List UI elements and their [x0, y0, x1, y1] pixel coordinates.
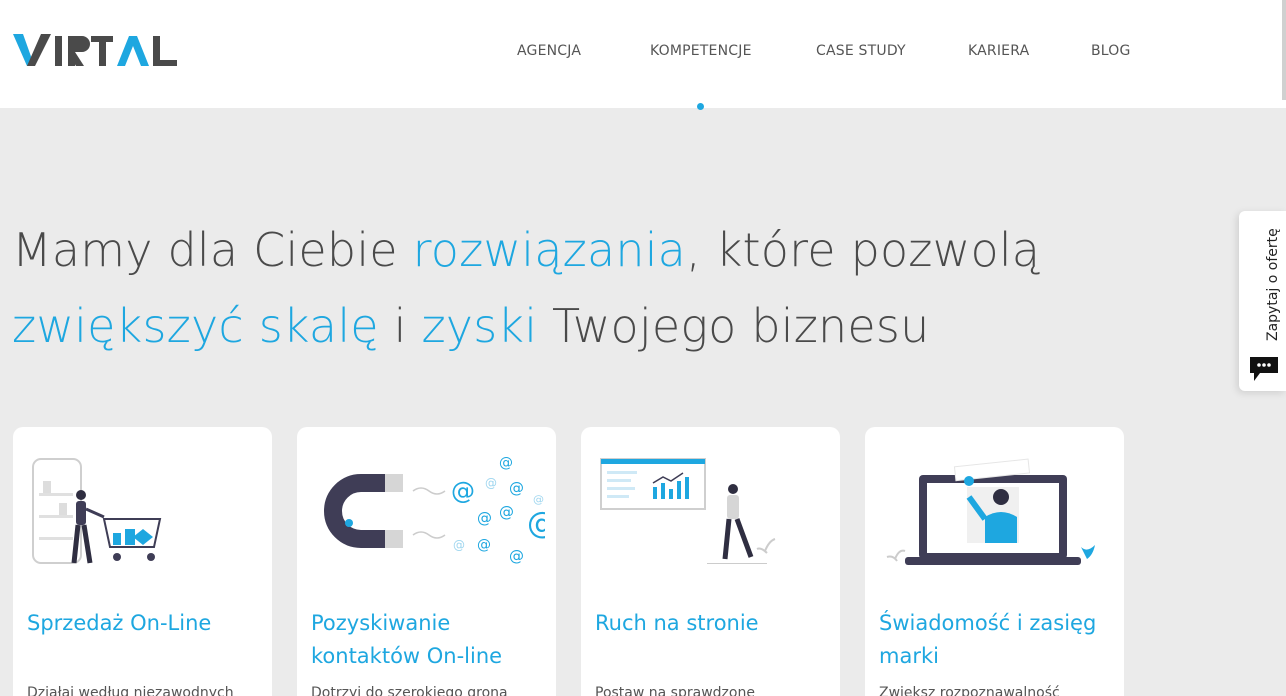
nav-item-blog[interactable]: BLOG	[1091, 43, 1131, 59]
card-title: Ruch na stronie	[595, 611, 759, 635]
card-swiadomosc-marki[interactable]: Świadomość i zasięg marki Zwiększ rozpoz…	[865, 427, 1124, 696]
card-description: Zwiększ rozpoznawalność	[879, 685, 1060, 696]
hero-heading: Mamy dla Ciebie rozwiązania, które pozwo…	[12, 212, 1152, 364]
nav-item-agencja[interactable]: AGENCJA	[517, 43, 581, 59]
scrollbar[interactable]	[1282, 0, 1286, 100]
card-description: Działaj według niezawodnych	[27, 685, 234, 696]
magnet-illustration: @ @ @ @ @ @ @ @ @ @ @	[324, 455, 545, 565]
svg-text:@: @	[499, 503, 514, 521]
svg-text:@: @	[477, 537, 491, 553]
card-title: Pozyskiwanie kontaktów On-line	[311, 611, 503, 668]
svg-text:@: @	[453, 538, 465, 552]
nav-item-kariera[interactable]: KARIERA	[968, 43, 1029, 59]
card-pozyskiwanie-kontaktow[interactable]: @ @ @ @ @ @ @ @ @ @ @ Pozyskiwanie konta…	[297, 427, 556, 696]
site-header: AGENCJA KOMPETENCJE CASE STUDY KARIERA B…	[0, 0, 1286, 108]
card-title: Świadomość i zasięg marki	[879, 611, 1097, 668]
hero-text: Mamy dla Ciebie	[12, 223, 413, 277]
active-nav-indicator	[697, 103, 704, 110]
ask-for-offer-tab[interactable]: Zapytaj o ofertę	[1239, 211, 1286, 391]
shopping-cart-illustration	[32, 458, 162, 564]
svg-text:@: @	[509, 547, 524, 565]
hero-highlight: zyski	[421, 299, 538, 353]
card-ruch-na-stronie[interactable]: Ruch na stronie Postaw na sprawdzone	[581, 427, 840, 696]
nav-item-case-study[interactable]: CASE STUDY	[816, 43, 906, 59]
virtal-logo[interactable]	[13, 32, 177, 68]
svg-text:@: @	[527, 506, 545, 541]
hero-highlight: zwiększyć skalę	[12, 299, 379, 353]
hero-text: , które pozwolą	[686, 223, 1041, 277]
hero-text: Twojego biznesu	[537, 299, 930, 353]
laptop-person-illustration	[886, 458, 1095, 565]
analytics-chart-illustration	[600, 458, 776, 564]
svg-text:@: @	[477, 509, 492, 527]
ask-for-offer-label: Zapytaj o ofertę	[1265, 228, 1281, 341]
chat-bubble-icon	[1250, 357, 1278, 381]
svg-text:@: @	[509, 479, 524, 497]
card-description: Dotrzyj do szerokiego grona	[311, 685, 508, 696]
svg-text:@: @	[485, 476, 497, 490]
hero-highlight: rozwiązania	[412, 223, 687, 277]
nav-item-kompetencje[interactable]: KOMPETENCJE	[650, 43, 752, 59]
hero-text: i	[378, 299, 422, 353]
svg-text:@: @	[499, 455, 513, 471]
svg-text:@: @	[451, 477, 475, 505]
card-description: Postaw na sprawdzone	[595, 685, 755, 696]
card-title: Sprzedaż On-Line	[27, 611, 212, 635]
card-sprzedaz-online[interactable]: Sprzedaż On-Line Działaj według niezawod…	[13, 427, 272, 696]
svg-text:@: @	[533, 493, 544, 506]
